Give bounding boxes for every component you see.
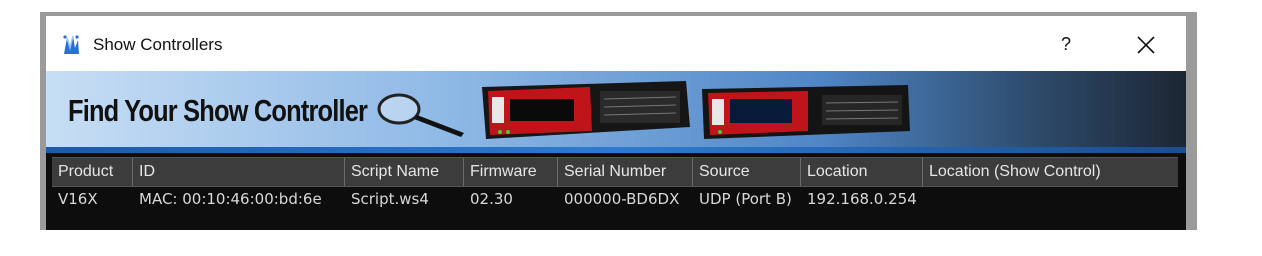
column-header-product[interactable]: Product — [52, 158, 133, 186]
cell-firmware: 02.30 — [470, 190, 513, 208]
column-header-script-name[interactable]: Script Name — [345, 158, 464, 186]
column-header-serial-number[interactable]: Serial Number — [558, 158, 693, 186]
cell-id: MAC: 00:10:46:00:bd:6e — [139, 190, 322, 208]
v4-controller-device-icon — [482, 81, 690, 139]
cell-location-show-control — [923, 186, 1183, 212]
v16-controller-device-icon — [702, 85, 910, 139]
table-row[interactable]: V16X MAC: 00:10:46:00:bd:6e Script.ws4 0… — [52, 186, 1178, 212]
title-bar: Show Controllers ? — [46, 16, 1186, 71]
table-header: Product ID Script Name Firmware Serial N… — [52, 157, 1178, 187]
help-button[interactable]: ? — [1046, 26, 1086, 62]
banner: Find Your Show Controller — [46, 71, 1186, 153]
column-header-source[interactable]: Source — [693, 158, 801, 186]
show-controller-app-icon — [63, 35, 79, 54]
column-header-location[interactable]: Location — [801, 158, 923, 186]
column-header-id[interactable]: ID — [133, 158, 345, 186]
controllers-table: Product ID Script Name Firmware Serial N… — [46, 153, 1186, 230]
cell-serial-number: 000000-BD6DX — [564, 190, 680, 208]
cell-source: UDP (Port B) — [699, 190, 792, 208]
cell-script-name: Script.ws4 — [351, 190, 429, 208]
close-icon[interactable] — [1124, 26, 1166, 62]
show-controllers-dialog: Show Controllers ? Find Your Show Contro… — [40, 12, 1197, 230]
cell-location: 192.168.0.254 — [807, 190, 917, 208]
column-header-firmware[interactable]: Firmware — [464, 158, 558, 186]
magnifier-icon — [377, 93, 464, 137]
window-title: Show Controllers — [93, 35, 223, 54]
banner-heading: Find Your Show Controller — [68, 93, 368, 128]
column-header-location-show-control[interactable]: Location (Show Control) — [923, 158, 1183, 186]
cell-product: V16X — [58, 190, 98, 208]
